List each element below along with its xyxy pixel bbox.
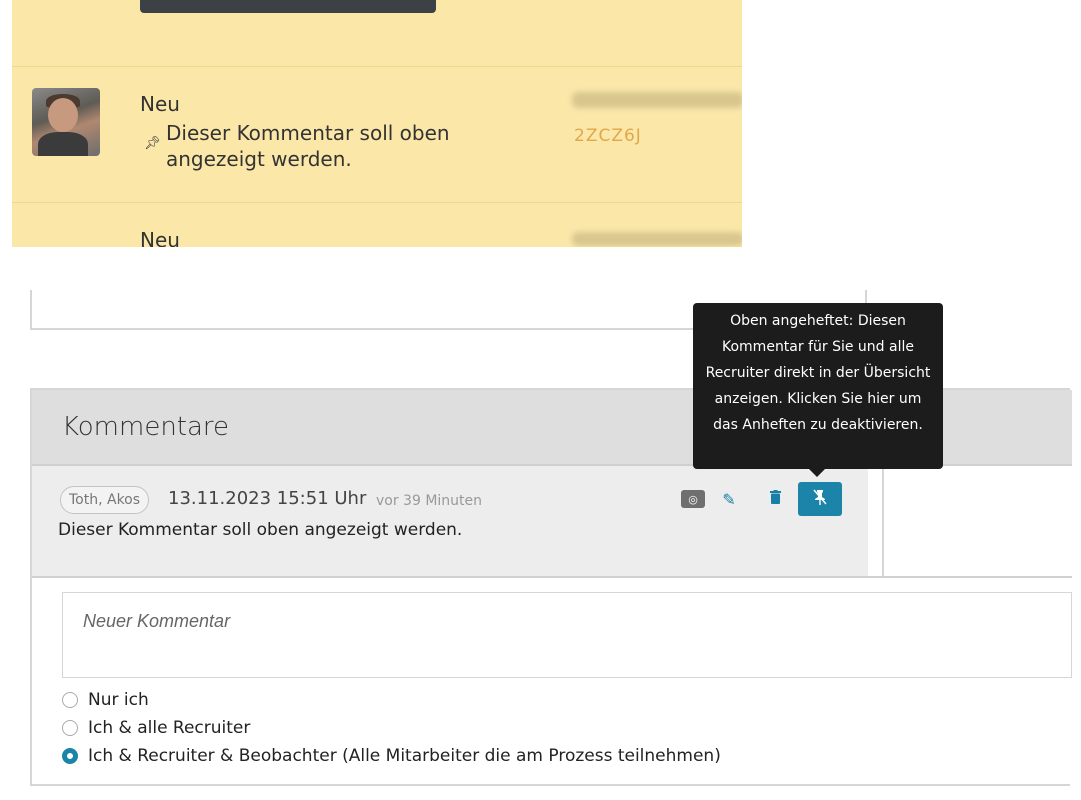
comments-title: Kommentare — [62, 412, 230, 442]
comment-author-badge[interactable]: Toth, Akos — [60, 486, 150, 514]
radio-button[interactable] — [62, 692, 78, 708]
trash-icon — [769, 490, 781, 508]
new-comment-placeholder: Neuer Kommentar — [83, 611, 231, 631]
radio-label: Nur ich — [88, 690, 149, 710]
pin-icon: 📌︎ — [144, 136, 161, 151]
candidate-code: 2ZCZ6J — [574, 126, 642, 146]
unpin-comment-button[interactable] — [798, 482, 842, 516]
edit-comment-button[interactable]: ✎ — [718, 486, 740, 512]
comment-text: Dieser Kommentar soll oben angezeigt wer… — [58, 520, 463, 540]
globe-icon: ◎ — [681, 490, 705, 508]
comment-date: 13.11.2023 15:51 Uhr — [168, 488, 367, 509]
visibility-radio-recruiters[interactable]: Ich & alle Recruiter — [62, 718, 250, 738]
unpin-tooltip: Oben angeheftet: Diesen Kommentar für Si… — [693, 303, 943, 469]
row-divider — [12, 202, 742, 203]
comment-relative-time: vor 39 Minuten — [376, 493, 483, 509]
visibility-radio-all[interactable]: Ich & Recruiter & Beobachter (Alle Mitar… — [62, 746, 721, 766]
radio-label: Ich & Recruiter & Beobachter (Alle Mitar… — [88, 746, 721, 766]
dark-toolbar-fragment — [140, 0, 436, 13]
pinned-comment-preview: Dieser Kommentar soll oben angezeigt wer… — [166, 121, 450, 171]
status-label: Neu — [140, 228, 180, 247]
visibility-button[interactable]: ◎ — [680, 486, 706, 512]
candidate-list-panel: Neu 📌︎ Dieser Kommentar soll oben angeze… — [12, 0, 742, 247]
section-divider — [32, 576, 1072, 578]
visibility-radio-only-me[interactable]: Nur ich — [62, 690, 149, 710]
pencil-icon: ✎ — [722, 489, 736, 509]
tooltip-arrow — [808, 468, 826, 477]
status-label: Neu — [140, 92, 180, 116]
column-divider — [882, 466, 884, 576]
blurred-name — [572, 232, 742, 246]
radio-button[interactable] — [62, 720, 78, 736]
delete-comment-button[interactable] — [764, 486, 786, 512]
unpin-icon — [813, 489, 827, 509]
blurred-name — [572, 92, 742, 108]
new-comment-input[interactable]: Neuer Kommentar — [62, 592, 1072, 678]
radio-label: Ich & alle Recruiter — [88, 718, 251, 738]
avatar — [32, 88, 100, 156]
row-divider — [12, 66, 742, 67]
radio-button-selected[interactable] — [62, 748, 78, 764]
